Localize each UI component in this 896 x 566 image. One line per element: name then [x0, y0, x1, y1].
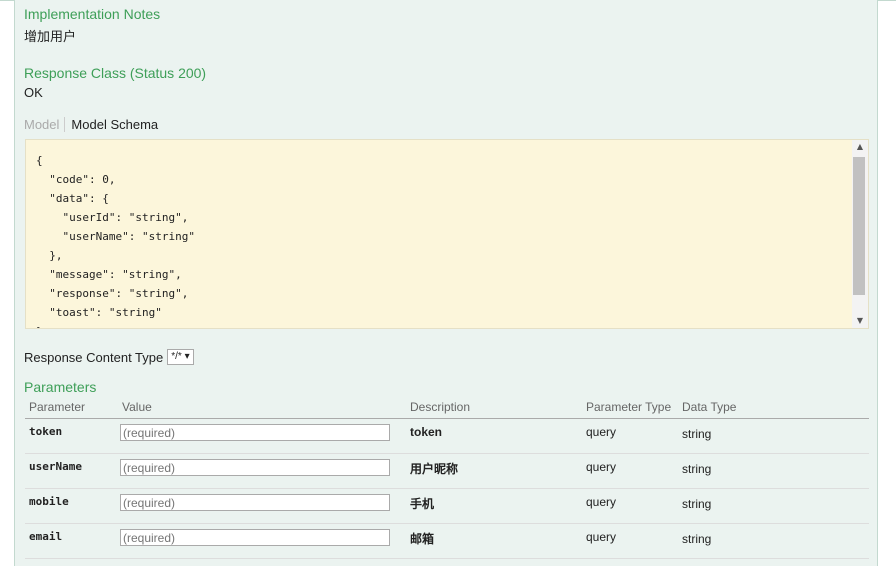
chevron-down-icon: ▾	[184, 351, 190, 362]
table-row: userName 用户昵称 query string	[25, 453, 869, 489]
col-parameter-type: Parameter Type	[582, 398, 678, 419]
schema-scrollbar[interactable]: ▲ ▼	[852, 140, 868, 328]
param-description: token	[406, 418, 582, 454]
param-data-type: string	[678, 418, 869, 454]
model-schema-snippet[interactable]: { "code": 0, "data": { "userId": "string…	[25, 139, 869, 329]
scroll-thumb[interactable]	[853, 157, 865, 295]
operation-panel: Implementation Notes 增加用户 Response Class…	[14, 0, 878, 566]
param-value-cell	[118, 453, 406, 489]
schema-code: { "code": 0, "data": { "userId": "string…	[36, 151, 195, 328]
param-description: 手机	[406, 488, 582, 524]
table-row: token token query string	[25, 418, 869, 454]
parameters-table: Parameter Value Description Parameter Ty…	[25, 398, 869, 559]
select-value: */*	[171, 351, 182, 362]
scroll-down-icon[interactable]: ▼	[852, 314, 868, 328]
param-data-type: string	[678, 488, 869, 524]
col-parameter: Parameter	[25, 398, 118, 419]
table-row: email 邮箱 query string	[25, 523, 869, 559]
param-value-input[interactable]	[120, 424, 390, 441]
col-value: Value	[118, 398, 406, 419]
code-line: "message": "string",	[36, 268, 182, 281]
tab-model[interactable]: Model	[24, 116, 66, 132]
response-class-text: OK	[24, 85, 43, 100]
col-data-type: Data Type	[678, 398, 869, 419]
code-line: "userName": "string"	[36, 230, 195, 243]
code-line: "response": "string",	[36, 287, 189, 300]
response-class-heading: Response Class (Status 200)	[24, 65, 207, 81]
code-line: "userId": "string",	[36, 211, 189, 224]
parameters-heading: Parameters	[24, 379, 97, 395]
param-type: query	[582, 418, 678, 454]
param-data-type: string	[678, 523, 869, 559]
param-data-type: string	[678, 453, 869, 489]
param-value-cell	[118, 488, 406, 524]
param-name: userName	[25, 453, 118, 489]
param-type: query	[582, 453, 678, 489]
table-row: mobile 手机 query string	[25, 488, 869, 524]
param-description: 邮箱	[406, 523, 582, 559]
param-name: mobile	[25, 488, 118, 524]
col-description: Description	[406, 398, 582, 419]
code-line: "toast": "string"	[36, 306, 162, 319]
table-header-row: Parameter Value Description Parameter Ty…	[25, 398, 869, 419]
implementation-notes-text: 增加用户	[24, 29, 77, 44]
param-description: 用户昵称	[406, 453, 582, 489]
param-value-input[interactable]	[120, 459, 390, 476]
param-name: email	[25, 523, 118, 559]
param-value-cell	[118, 523, 406, 559]
implementation-notes-heading: Implementation Notes	[24, 6, 161, 22]
code-line: },	[36, 249, 63, 262]
code-line: }	[36, 322, 195, 328]
response-content-type: Response Content Type */* ▾	[24, 349, 194, 365]
response-content-type-label: Response Content Type	[24, 349, 164, 365]
code-line: "code": 0,	[36, 173, 116, 186]
code-line: "data": {	[36, 192, 109, 205]
param-name: token	[25, 418, 118, 454]
scroll-up-icon[interactable]: ▲	[852, 140, 868, 154]
model-tabs: Model Model Schema	[24, 114, 158, 134]
param-type: query	[582, 488, 678, 524]
tab-model-schema[interactable]: Model Schema	[65, 117, 158, 132]
param-value-cell	[118, 418, 406, 454]
code-line: {	[36, 154, 43, 167]
param-value-input[interactable]	[120, 494, 390, 511]
param-type: query	[582, 523, 678, 559]
param-value-input[interactable]	[120, 529, 390, 546]
response-content-type-select[interactable]: */* ▾	[167, 349, 194, 365]
